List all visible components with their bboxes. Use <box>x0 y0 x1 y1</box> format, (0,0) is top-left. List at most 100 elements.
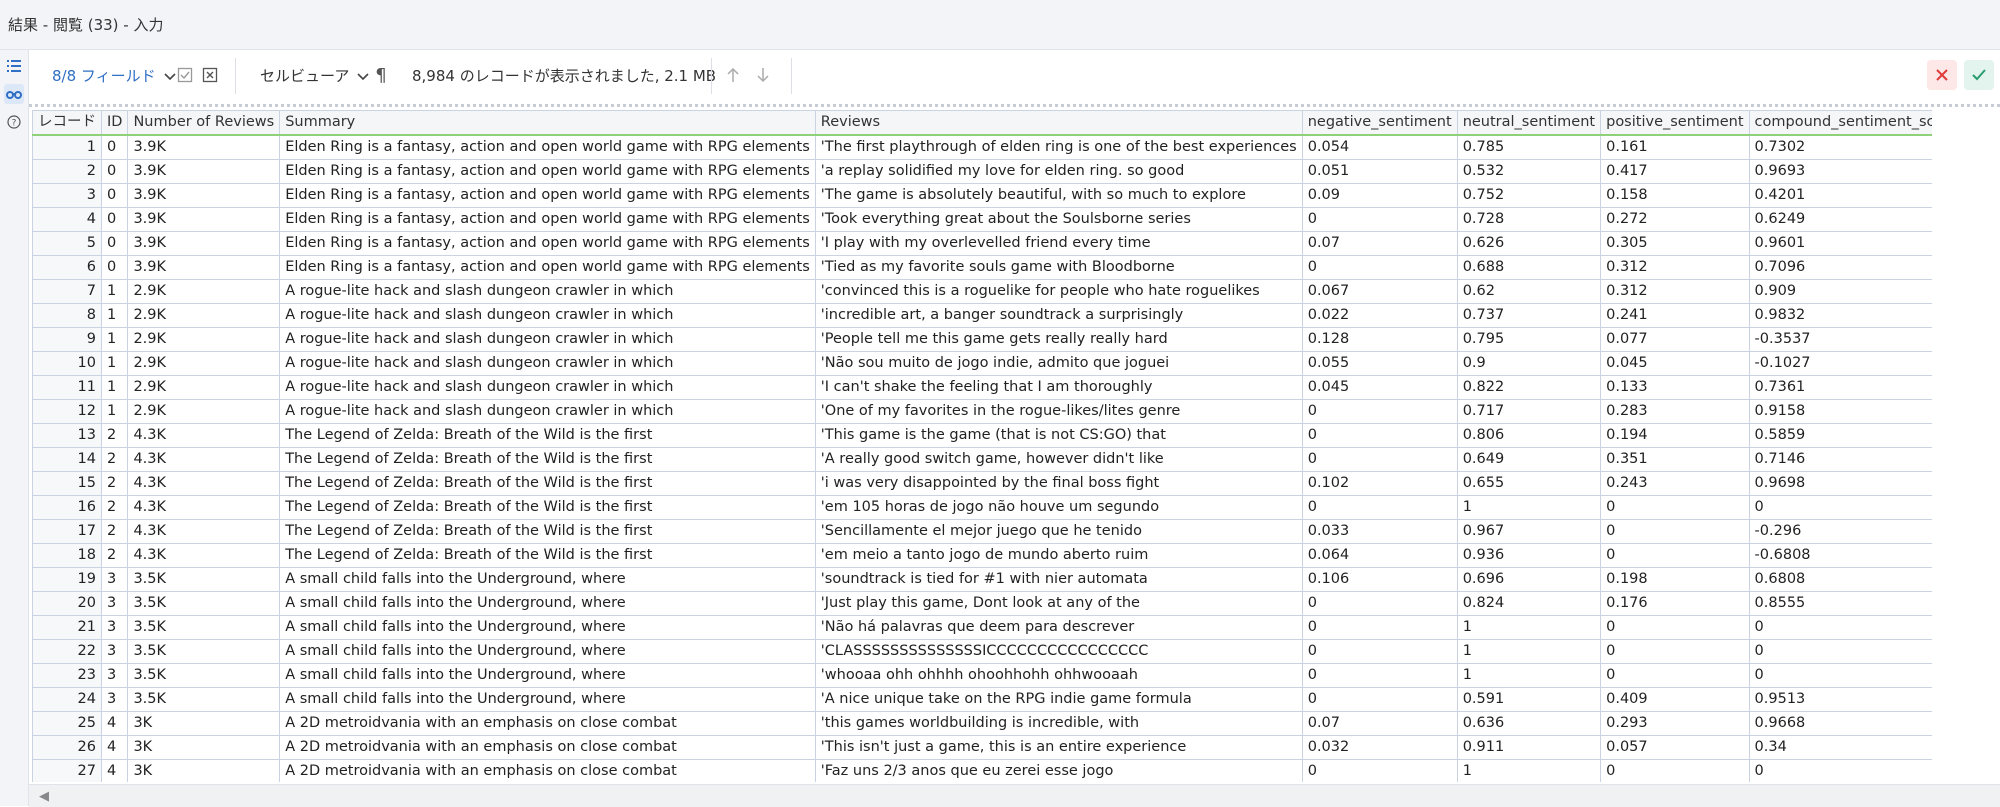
cell-neutral-sentiment[interactable]: 1 <box>1456 663 1602 688</box>
cell-positive-sentiment[interactable]: 0.158 <box>1600 183 1750 208</box>
cell-positive-sentiment[interactable]: 0 <box>1600 663 1750 688</box>
cell-positive-sentiment[interactable]: 0.198 <box>1600 567 1750 592</box>
cell-compound-sentiment-score[interactable]: -0.3537 <box>1748 327 1932 352</box>
cell-negative-sentiment[interactable]: 0.128 <box>1301 327 1458 352</box>
cell-id[interactable]: 0 <box>100 159 129 184</box>
cell-record[interactable]: 10 <box>32 351 102 376</box>
cell-reviews[interactable]: 'i was very disappointed by the final bo… <box>814 471 1303 496</box>
cell-neutral-sentiment[interactable]: 0.737 <box>1456 303 1602 328</box>
cell-negative-sentiment[interactable]: 0.054 <box>1301 134 1458 160</box>
cell-record[interactable]: 11 <box>32 375 102 400</box>
table-row[interactable]: 10 1 2.9K A rogue-lite hack and slash dunge… <box>32 351 1932 376</box>
cell-summary[interactable]: A rogue-lite hack and slash dungeon craw… <box>279 327 816 352</box>
cell-neutral-sentiment[interactable]: 1 <box>1456 495 1602 520</box>
cell-reviews[interactable]: 'convinced this is a roguelike for peopl… <box>814 279 1303 304</box>
cell-id[interactable]: 2 <box>100 495 129 520</box>
cell-id[interactable]: 3 <box>100 567 129 592</box>
cell-positive-sentiment[interactable]: 0 <box>1600 639 1750 664</box>
list-icon[interactable] <box>4 56 24 76</box>
cell-id[interactable]: 3 <box>100 663 129 688</box>
cell-positive-sentiment[interactable]: 0.057 <box>1600 735 1750 760</box>
cell-compound-sentiment-score[interactable]: 0 <box>1748 615 1932 640</box>
cell-compound-sentiment-score[interactable]: 0 <box>1748 759 1932 782</box>
cell-reviews[interactable]: 'The first playthrough of elden ring is … <box>814 134 1303 160</box>
cell-summary[interactable]: The Legend of Zelda: Breath of the Wild … <box>279 543 816 568</box>
table-row[interactable]: 20 3 3.5K A small child falls into the Unde… <box>32 591 1932 616</box>
cell-record[interactable]: 2 <box>32 159 102 184</box>
cell-record[interactable]: 7 <box>32 279 102 304</box>
cell-negative-sentiment[interactable]: 0.064 <box>1301 543 1458 568</box>
cell-compound-sentiment-score[interactable]: 0.9668 <box>1748 711 1932 736</box>
cell-id[interactable]: 0 <box>100 231 129 256</box>
cancel-button[interactable] <box>1927 60 1957 90</box>
cell-negative-sentiment[interactable]: 0.045 <box>1301 375 1458 400</box>
cell-reviews[interactable]: 'I can't shake the feeling that I am tho… <box>814 375 1303 400</box>
cell-reviews[interactable]: 'Não sou muito de jogo indie, admito que… <box>814 351 1303 376</box>
cell-compound-sentiment-score[interactable]: 0.6808 <box>1748 567 1932 592</box>
cell-number-of-reviews[interactable]: 3.5K <box>127 663 281 688</box>
cell-record[interactable]: 4 <box>32 207 102 232</box>
cell-reviews[interactable]: 'I play with my overlevelled friend ever… <box>814 231 1303 256</box>
cell-neutral-sentiment[interactable]: 0.936 <box>1456 543 1602 568</box>
horizontal-scrollbar[interactable]: ◀ <box>29 784 2000 807</box>
cell-negative-sentiment[interactable]: 0 <box>1301 207 1458 232</box>
cell-number-of-reviews[interactable]: 2.9K <box>127 327 281 352</box>
table-row[interactable]: 14 2 4.3K The Legend of Zelda: Breath of th… <box>32 447 1932 472</box>
cell-reviews[interactable]: 'em 105 horas de jogo não houve um segun… <box>814 495 1303 520</box>
cell-positive-sentiment[interactable]: 0.293 <box>1600 711 1750 736</box>
cell-record[interactable]: 6 <box>32 255 102 280</box>
cell-summary[interactable]: A rogue-lite hack and slash dungeon craw… <box>279 399 816 424</box>
cell-id[interactable]: 1 <box>100 327 129 352</box>
cell-record[interactable]: 14 <box>32 447 102 472</box>
cell-reviews[interactable]: 'One of my favorites in the rogue-likes/… <box>814 399 1303 424</box>
cell-number-of-reviews[interactable]: 2.9K <box>127 375 281 400</box>
cell-number-of-reviews[interactable]: 4.3K <box>127 447 281 472</box>
cell-number-of-reviews[interactable]: 4.3K <box>127 423 281 448</box>
cell-id[interactable]: 0 <box>100 207 129 232</box>
table-row[interactable]: 25 4 3K A 2D metroidvania with an emphasis … <box>32 711 1932 736</box>
cell-id[interactable]: 1 <box>100 303 129 328</box>
cell-compound-sentiment-score[interactable]: -0.6808 <box>1748 543 1932 568</box>
cell-reviews[interactable]: 'em meio a tanto jogo de mundo aberto ru… <box>814 543 1303 568</box>
cell-record[interactable]: 18 <box>32 543 102 568</box>
confirm-button[interactable] <box>1964 60 1994 90</box>
cell-negative-sentiment[interactable]: 0 <box>1301 615 1458 640</box>
cell-record[interactable]: 26 <box>32 735 102 760</box>
cell-number-of-reviews[interactable]: 2.9K <box>127 303 281 328</box>
help-icon[interactable]: ? <box>4 112 24 132</box>
cell-id[interactable]: 3 <box>100 591 129 616</box>
cell-record[interactable]: 17 <box>32 519 102 544</box>
clear-selection-icon[interactable] <box>199 64 221 86</box>
cell-summary[interactable]: The Legend of Zelda: Breath of the Wild … <box>279 423 816 448</box>
column-header-positive-sentiment[interactable]: positive_sentiment <box>1600 110 1750 136</box>
column-header-summary[interactable]: Summary <box>279 110 816 136</box>
cell-summary[interactable]: A small child falls into the Underground… <box>279 591 816 616</box>
table-row[interactable]: 17 2 4.3K The Legend of Zelda: Breath of th… <box>32 519 1932 544</box>
cell-compound-sentiment-score[interactable]: 0.5859 <box>1748 423 1932 448</box>
cell-neutral-sentiment[interactable]: 0.822 <box>1456 375 1602 400</box>
cell-number-of-reviews[interactable]: 3K <box>127 711 281 736</box>
cell-reviews[interactable]: 'soundtrack is tied for #1 with nier aut… <box>814 567 1303 592</box>
column-header-id[interactable]: ID <box>100 110 129 136</box>
cell-neutral-sentiment[interactable]: 1 <box>1456 615 1602 640</box>
cell-record[interactable]: 24 <box>32 687 102 712</box>
cell-reviews[interactable]: 'a replay solidified my love for elden r… <box>814 159 1303 184</box>
cell-negative-sentiment[interactable]: 0.032 <box>1301 735 1458 760</box>
cell-positive-sentiment[interactable]: 0.133 <box>1600 375 1750 400</box>
cell-neutral-sentiment[interactable]: 0.967 <box>1456 519 1602 544</box>
cell-positive-sentiment[interactable]: 0.305 <box>1600 231 1750 256</box>
cell-positive-sentiment[interactable]: 0.243 <box>1600 471 1750 496</box>
cell-record[interactable]: 19 <box>32 567 102 592</box>
cell-positive-sentiment[interactable]: 0.176 <box>1600 591 1750 616</box>
cell-number-of-reviews[interactable]: 2.9K <box>127 351 281 376</box>
cell-reviews[interactable]: 'incredible art, a banger soundtrack a s… <box>814 303 1303 328</box>
cell-summary[interactable]: A small child falls into the Underground… <box>279 663 816 688</box>
cell-record[interactable]: 16 <box>32 495 102 520</box>
cell-reviews[interactable]: 'A really good switch game, however didn… <box>814 447 1303 472</box>
cell-record[interactable]: 1 <box>32 134 102 160</box>
cell-compound-sentiment-score[interactable]: 0.8555 <box>1748 591 1932 616</box>
table-row[interactable]: 21 3 3.5K A small child falls into the Unde… <box>32 615 1932 640</box>
cell-neutral-sentiment[interactable]: 0.752 <box>1456 183 1602 208</box>
cell-compound-sentiment-score[interactable]: 0.9693 <box>1748 159 1932 184</box>
cell-compound-sentiment-score[interactable]: -0.296 <box>1748 519 1932 544</box>
